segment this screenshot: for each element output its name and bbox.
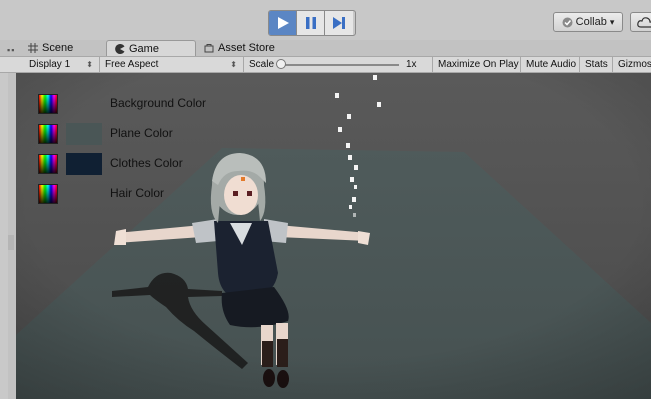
hash-grid-icon bbox=[28, 43, 38, 53]
scale-value: 1x bbox=[406, 59, 417, 70]
mute-audio-toggle[interactable]: Mute Audio bbox=[521, 57, 580, 72]
check-circle-icon bbox=[562, 17, 573, 27]
maximize-on-play-label: Maximize On Play bbox=[438, 59, 519, 70]
maximize-on-play-toggle[interactable]: Maximize On Play bbox=[433, 57, 521, 72]
panel-menu-handle[interactable]: ▪▪ bbox=[7, 45, 15, 55]
scale-slider-track[interactable] bbox=[284, 64, 399, 66]
game-viewport[interactable]: Background Color Plane Color Clothes Col… bbox=[16, 73, 651, 399]
color-picker-icon[interactable] bbox=[38, 124, 58, 144]
store-icon bbox=[204, 44, 214, 53]
scale-slider-thumb[interactable] bbox=[276, 59, 286, 69]
cloud-button[interactable] bbox=[630, 12, 651, 32]
hair-color-label: Hair Color bbox=[110, 186, 165, 200]
collab-label: Collab bbox=[575, 16, 607, 28]
tab-scene-label: Scene bbox=[42, 42, 74, 54]
plane-color-label: Plane Color bbox=[110, 126, 173, 140]
color-picker-icon[interactable] bbox=[38, 154, 58, 174]
aspect-dropdown[interactable]: Free Aspect ⬍ bbox=[100, 57, 244, 72]
clothes-color-swatch bbox=[66, 153, 102, 175]
tab-asset-store-label: Asset Store bbox=[218, 42, 275, 54]
updown-arrow-icon: ⬍ bbox=[230, 60, 237, 69]
gizmos-label: Gizmos bbox=[618, 59, 651, 70]
aspect-label: Free Aspect bbox=[105, 59, 159, 70]
step-button[interactable] bbox=[325, 11, 353, 35]
mute-audio-label: Mute Audio bbox=[526, 59, 577, 70]
pacman-icon bbox=[115, 43, 125, 54]
game-view-toolbar: Display 1 ⬍ Free Aspect ⬍ Scale 1x Maxim… bbox=[0, 56, 651, 73]
scrollbar-handle[interactable] bbox=[8, 235, 14, 250]
chevron-down-icon: ▾ bbox=[609, 16, 615, 27]
editor-tabs: Scene Game Asset Store bbox=[0, 40, 651, 56]
step-icon bbox=[333, 17, 345, 29]
vignette bbox=[16, 73, 651, 399]
left-panel-edge bbox=[0, 73, 8, 399]
background-color-label: Background Color bbox=[110, 96, 207, 110]
play-icon bbox=[277, 17, 289, 29]
color-picker-icon[interactable] bbox=[38, 94, 58, 114]
display-dropdown[interactable]: Display 1 ⬍ bbox=[24, 57, 100, 72]
color-picker-icon[interactable] bbox=[38, 184, 58, 204]
gizmos-toggle[interactable]: Gizmos bbox=[613, 57, 651, 72]
tab-game[interactable]: Game bbox=[106, 40, 196, 56]
stats-toggle[interactable]: Stats bbox=[580, 57, 613, 72]
scale-label: Scale bbox=[249, 59, 275, 70]
display-label: Display 1 bbox=[29, 59, 71, 70]
pause-icon bbox=[305, 17, 316, 29]
tab-scene[interactable]: Scene bbox=[28, 40, 73, 56]
cloud-icon bbox=[637, 17, 651, 28]
tab-game-label: Game bbox=[129, 42, 159, 55]
updown-arrow-icon: ⬍ bbox=[86, 60, 93, 69]
top-toolbar: Collab ▾ bbox=[0, 0, 651, 40]
playmode-controls bbox=[268, 10, 356, 36]
stats-label: Stats bbox=[585, 59, 608, 70]
collab-button[interactable]: Collab ▾ bbox=[553, 12, 623, 32]
play-button[interactable] bbox=[269, 11, 297, 35]
pause-button[interactable] bbox=[297, 11, 325, 35]
plane-color-swatch bbox=[66, 123, 102, 145]
clothes-color-label: Clothes Color bbox=[110, 156, 183, 170]
tab-asset-store[interactable]: Asset Store bbox=[204, 40, 275, 56]
scene-render bbox=[16, 73, 651, 399]
